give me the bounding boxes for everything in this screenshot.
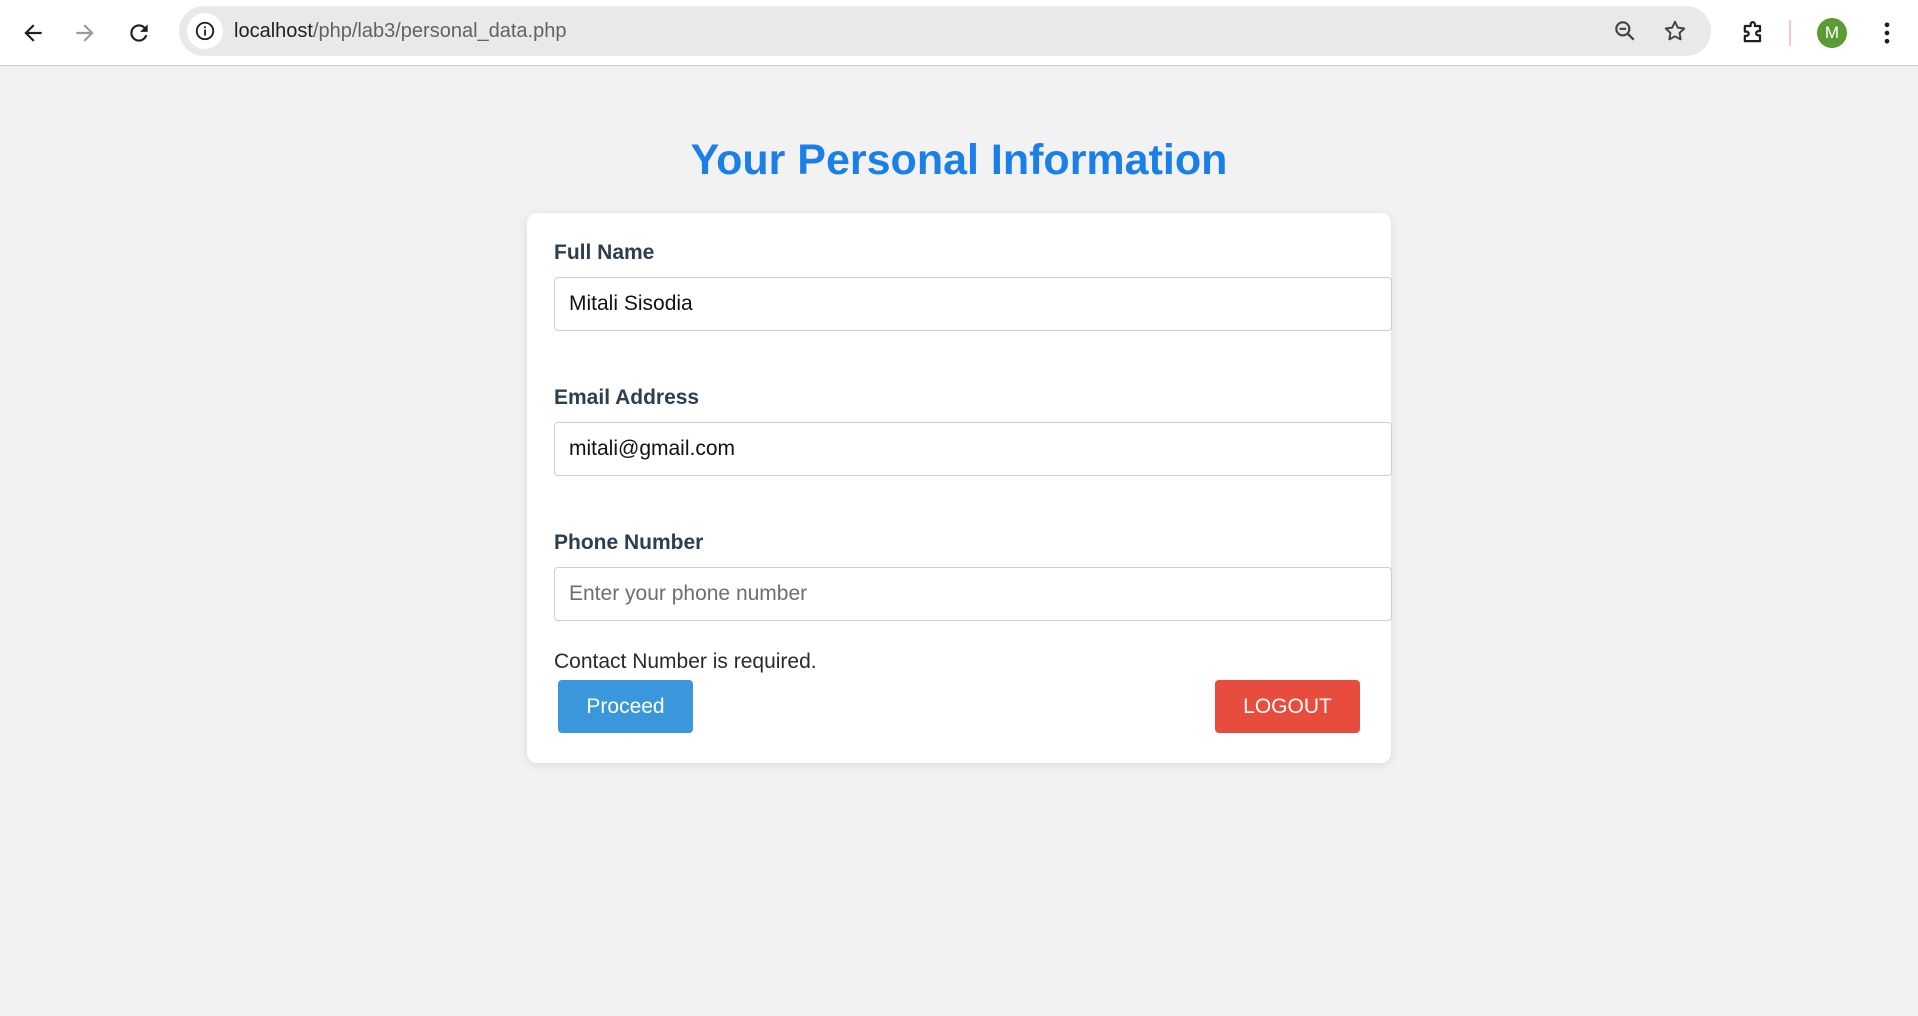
arrow-right-icon [76,24,94,42]
zoom-out-icon [1615,21,1635,41]
arrow-left-icon [24,24,42,42]
full-name-label: Full Name [554,241,655,264]
back-button[interactable] [13,13,53,53]
url-text[interactable]: localhost/php/lab3/personal_data.php [234,6,566,56]
full-name-input[interactable] [554,277,1392,331]
extensions-button[interactable] [1733,13,1773,53]
url-path: /php/lab3/personal_data.php [312,20,567,42]
site-info-button[interactable] [187,13,223,49]
phone-error-message: Contact Number is required. [554,650,817,673]
zoom-button[interactable] [1607,13,1643,49]
email-label: Email Address [554,386,700,409]
address-bar[interactable]: localhost/php/lab3/personal_data.php [179,6,1711,56]
phone-input[interactable] [554,567,1392,621]
puzzle-icon [1743,21,1762,43]
reload-icon [130,24,148,42]
bookmark-button[interactable] [1657,13,1693,49]
browser-toolbar: localhost/php/lab3/personal_data.php M [0,0,1918,66]
info-icon [195,21,215,41]
url-host: localhost [234,20,313,42]
more-vertical-icon [1884,22,1890,44]
phone-label: Phone Number [554,531,704,554]
proceed-button[interactable]: Proceed [558,680,693,733]
forward-button[interactable] [65,13,105,53]
logout-button[interactable]: LOGOUT [1215,680,1360,733]
personal-info-form: Full Name Email Address Phone Number Con… [527,213,1392,763]
profile-avatar[interactable]: M [1817,18,1847,48]
reload-button[interactable] [119,13,159,53]
page-title: Your Personal Information [690,136,1228,184]
menu-button[interactable] [1867,13,1907,53]
star-icon [1664,20,1686,41]
toolbar-divider [1789,20,1791,46]
email-input[interactable] [554,422,1392,476]
